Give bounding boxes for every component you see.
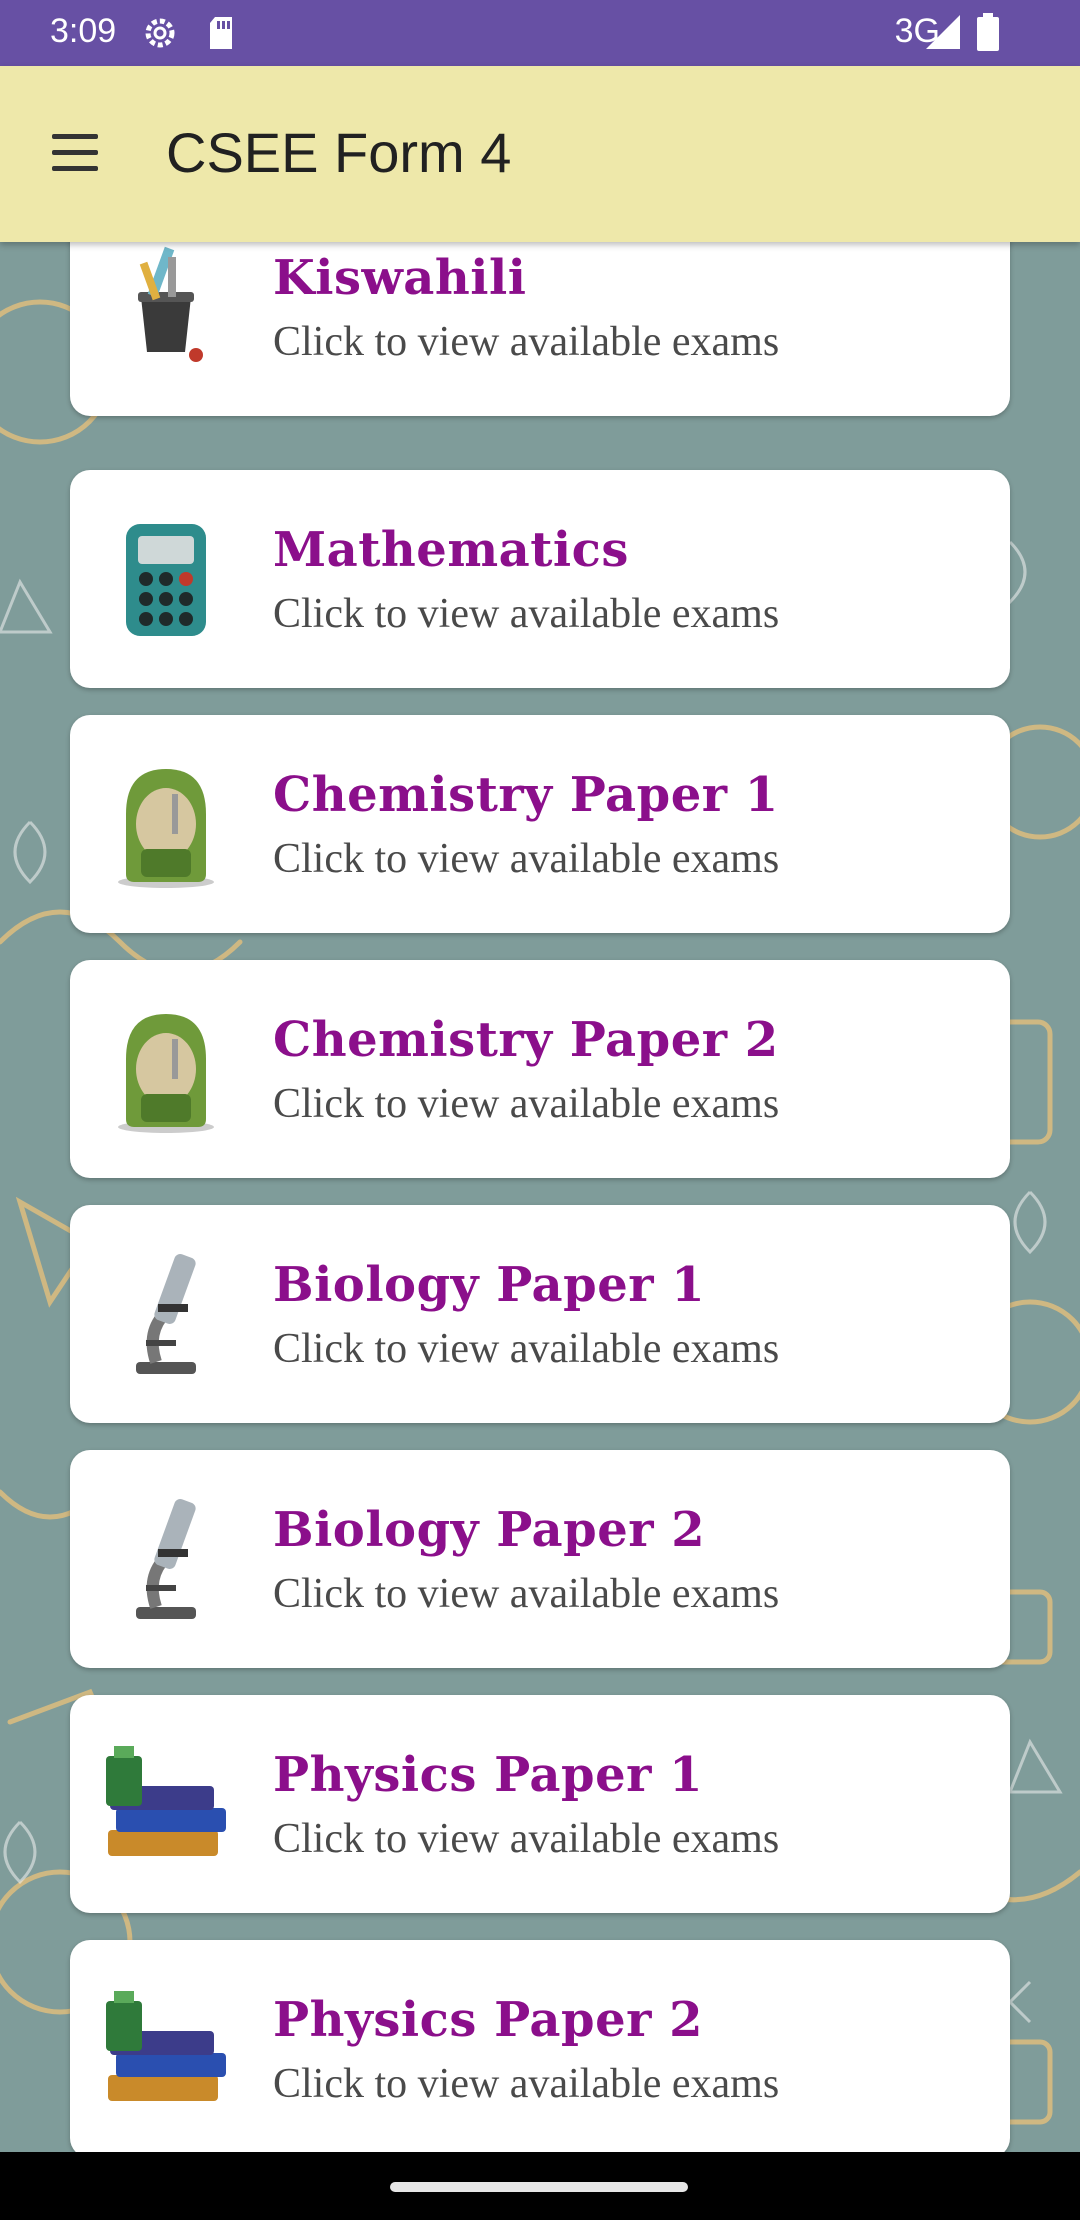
battery-icon — [977, 13, 999, 51]
backpack-icon — [96, 754, 236, 894]
subject-list[interactable]: Kiswahili Click to view available exams Ma… — [0, 242, 1080, 2152]
subject-title: Mathematics — [273, 522, 629, 578]
app-bar: CSEE Form 4 — [0, 66, 1080, 242]
subject-card[interactable]: Physics Paper 2 Click to view available e… — [70, 1940, 1010, 2152]
subject-title: Biology Paper 1 — [273, 1257, 706, 1313]
subject-subtitle: Click to view available exams — [273, 836, 780, 882]
home-gesture-handle[interactable] — [390, 2182, 688, 2192]
subject-subtitle: Click to view available exams — [273, 1816, 780, 1862]
status-time: 3:09 — [50, 12, 117, 50]
subject-subtitle: Click to view available exams — [273, 319, 780, 365]
books-icon — [96, 1979, 236, 2119]
subject-title: Physics Paper 2 — [273, 1992, 704, 2048]
backpack-icon — [96, 999, 236, 1139]
page-title: CSEE Form 4 — [166, 121, 512, 184]
subject-subtitle: Click to view available exams — [273, 1571, 780, 1617]
subject-card[interactable]: Mathematics Click to view available exams — [70, 470, 1010, 688]
settings-icon — [145, 18, 175, 48]
subject-title: Biology Paper 2 — [273, 1502, 706, 1558]
signal-icon — [926, 15, 960, 49]
subject-subtitle: Click to view available exams — [273, 2061, 780, 2107]
subject-title: Kiswahili — [273, 250, 527, 306]
subject-card[interactable]: Kiswahili Click to view available exams — [70, 242, 1010, 416]
subject-title: Physics Paper 1 — [273, 1747, 704, 1803]
hamburger-menu-icon[interactable] — [44, 134, 104, 178]
subject-subtitle: Click to view available exams — [273, 1326, 780, 1372]
subject-card[interactable]: Biology Paper 1 Click to view available e… — [70, 1205, 1010, 1423]
subject-title: Chemistry Paper 2 — [273, 1012, 779, 1068]
status-bar: 3:09 3G — [0, 0, 1080, 66]
subject-subtitle: Click to view available exams — [273, 1081, 780, 1127]
system-nav-bar — [0, 2152, 1080, 2220]
subject-card[interactable]: Chemistry Paper 2 Click to view available… — [70, 960, 1010, 1178]
subject-card[interactable]: Physics Paper 1 Click to view available e… — [70, 1695, 1010, 1913]
microscope-icon — [96, 1489, 236, 1629]
books-icon — [96, 1734, 236, 1874]
subject-card[interactable]: Chemistry Paper 1 Click to view available… — [70, 715, 1010, 933]
subject-subtitle: Click to view available exams — [273, 591, 780, 637]
subject-title: Chemistry Paper 1 — [273, 767, 779, 823]
sd-card-icon — [210, 17, 232, 49]
pencil-cup-icon — [96, 242, 236, 377]
calculator-icon — [96, 509, 236, 649]
microscope-icon — [96, 1244, 236, 1384]
subject-card[interactable]: Biology Paper 2 Click to view available e… — [70, 1450, 1010, 1668]
